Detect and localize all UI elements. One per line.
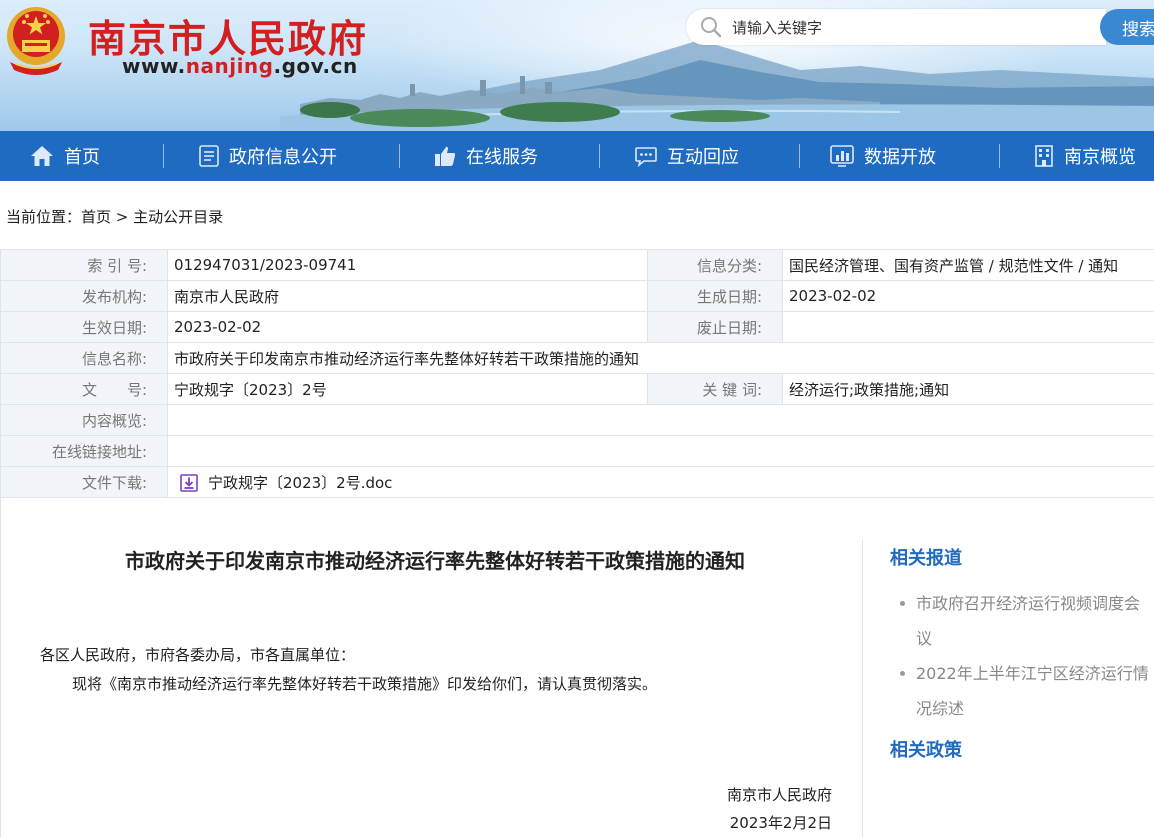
effective-date-value: 2023-02-02 [167, 311, 648, 343]
related-report-link[interactable]: 2022年上半年江宁区经济运行情况综述 [916, 664, 1149, 718]
nav-item-label: 数据开放 [864, 147, 936, 168]
summary-label: 内容概览: [0, 404, 168, 436]
nav-separator [399, 144, 400, 168]
publisher-value: 南京市人民政府 [167, 280, 648, 312]
site-url-suffix: .gov.cn [273, 54, 358, 78]
online-link-label: 在线链接地址: [0, 435, 168, 467]
table-row: 在线链接地址: [0, 435, 1154, 467]
nav-item-gov-info[interactable]: 政府信息公开 [199, 131, 337, 181]
related-policies-heading: 相关政策 [890, 740, 962, 761]
nav-separator [163, 144, 164, 168]
nav-item-label: 政府信息公开 [229, 147, 337, 168]
created-date-label: 生成日期: [647, 280, 783, 312]
document-number-label: 文 号: [0, 373, 168, 405]
breadcrumb-separator: > [111, 208, 134, 226]
file-download-label: 文件下载: [0, 466, 168, 498]
summary-value [167, 404, 1154, 436]
bullet-dot [900, 671, 905, 676]
index-value: 012947031/2023-09741 [167, 249, 648, 281]
search-box [686, 9, 1106, 45]
nav-item-home[interactable]: 首页 [30, 131, 100, 181]
related-report-link[interactable]: 市政府召开经济运行视频调度会议 [916, 594, 1140, 648]
breadcrumb-home-link[interactable]: 首页 [81, 208, 111, 226]
document-number-value: 宁政规字〔2023〕2号 [167, 373, 648, 405]
download-icon[interactable] [180, 474, 198, 492]
table-row: 索 引 号: 012947031/2023-09741 信息分类: 国民经济管理… [0, 249, 1154, 281]
table-row: 信息名称: 市政府关于印发南京市推动经济运行率先整体好转若干政策措施的通知 [0, 342, 1154, 374]
article-signer: 南京市人民政府 [726, 786, 832, 804]
nav-item-nanjing-overview[interactable]: 南京概览 [1034, 131, 1136, 181]
thumbs-up-icon [435, 146, 456, 166]
related-reports-heading: 相关报道 [890, 548, 962, 569]
site-url: www.nanjing.gov.cn [122, 54, 358, 78]
index-label: 索 引 号: [0, 249, 168, 281]
home-icon [31, 146, 53, 166]
list-item: 2022年上半年江宁区经济运行情况综述 [900, 656, 1150, 726]
expiry-date-value [782, 311, 1154, 343]
article-paragraph: 现将《南京市推动经济运行率先整体好转若干政策措施》印发给你们，请认真贯彻落实。 [72, 675, 658, 693]
bar-chart-icon [830, 145, 854, 167]
nav-item-label: 在线服务 [466, 147, 538, 168]
info-name-value: 市政府关于印发南京市推动经济运行率先整体好转若干政策措施的通知 [167, 342, 1154, 374]
article-date: 2023年2月2日 [729, 814, 832, 832]
list-item: 市政府召开经济运行视频调度会议 [900, 586, 1150, 656]
table-row: 内容概览: [0, 404, 1154, 436]
breadcrumb-current-link[interactable]: 主动公开目录 [133, 208, 223, 226]
category-value: 国民经济管理、国有资产监管 / 规范性文件 / 通知 [782, 249, 1154, 281]
nav-item-label: 南京概览 [1064, 147, 1136, 168]
site-url-highlight: nanjing [185, 54, 274, 78]
search-button[interactable]: 搜索 [1100, 9, 1154, 45]
nav-item-interaction[interactable]: 互动回应 [635, 131, 739, 181]
expiry-date-label: 废止日期: [647, 311, 783, 343]
keywords-value: 经济运行;政策措施;通知 [782, 373, 1154, 405]
keywords-label: 关 键 词: [647, 373, 783, 405]
building-icon [1035, 145, 1053, 167]
table-row: 文 号: 宁政规字〔2023〕2号 关 键 词: 经济运行;政策措施;通知 [0, 373, 1154, 405]
chat-icon [635, 147, 657, 167]
nav-separator [599, 144, 600, 168]
file-download-link[interactable]: 宁政规字〔2023〕2号.doc [208, 474, 392, 492]
national-emblem-icon [7, 7, 65, 75]
nav-item-label: 互动回应 [667, 147, 739, 168]
sidebar-divider [862, 540, 863, 837]
breadcrumb: 当前位置：首页 > 主动公开目录 [6, 206, 223, 227]
created-date-value: 2023-02-02 [782, 280, 1154, 312]
nav-item-online-service[interactable]: 在线服务 [434, 131, 538, 181]
table-row: 发布机构: 南京市人民政府 生成日期: 2023-02-02 [0, 280, 1154, 312]
table-row: 生效日期: 2023-02-02 废止日期: [0, 311, 1154, 343]
file-download-cell: 宁政规字〔2023〕2号.doc [167, 466, 1154, 498]
bullet-dot [900, 601, 905, 606]
effective-date-label: 生效日期: [0, 311, 168, 343]
site-header: 南京市人民政府 www.nanjing.gov.cn 搜索 [0, 0, 1154, 131]
search-input[interactable] [730, 13, 1094, 43]
nav-separator [799, 144, 800, 168]
info-name-label: 信息名称: [0, 342, 168, 374]
nav-separator [999, 144, 1000, 168]
table-row: 文件下载: 宁政规字〔2023〕2号.doc [0, 466, 1154, 498]
breadcrumb-prefix: 当前位置： [6, 208, 82, 226]
main-nav: 首页 政府信息公开 在线服务 互动回应 数据开放 南京概览 [0, 131, 1154, 181]
article-salutation: 各区人民政府，市府各委办局，市各直属单位： [40, 646, 356, 664]
site-url-prefix: www. [122, 54, 186, 78]
document-icon [199, 145, 219, 167]
publisher-label: 发布机构: [0, 280, 168, 312]
search-icon [701, 17, 722, 38]
nav-item-label: 首页 [64, 147, 100, 168]
category-label: 信息分类: [647, 249, 783, 281]
related-reports-list: 市政府召开经济运行视频调度会议 2022年上半年江宁区经济运行情况综述 [900, 586, 1150, 726]
online-link-value [167, 435, 1154, 467]
nav-item-open-data[interactable]: 数据开放 [830, 131, 936, 181]
document-meta-table: 索 引 号: 012947031/2023-09741 信息分类: 国民经济管理… [0, 249, 1154, 498]
article-title: 市政府关于印发南京市推动经济运行率先整体好转若干政策措施的通知 [125, 549, 745, 573]
